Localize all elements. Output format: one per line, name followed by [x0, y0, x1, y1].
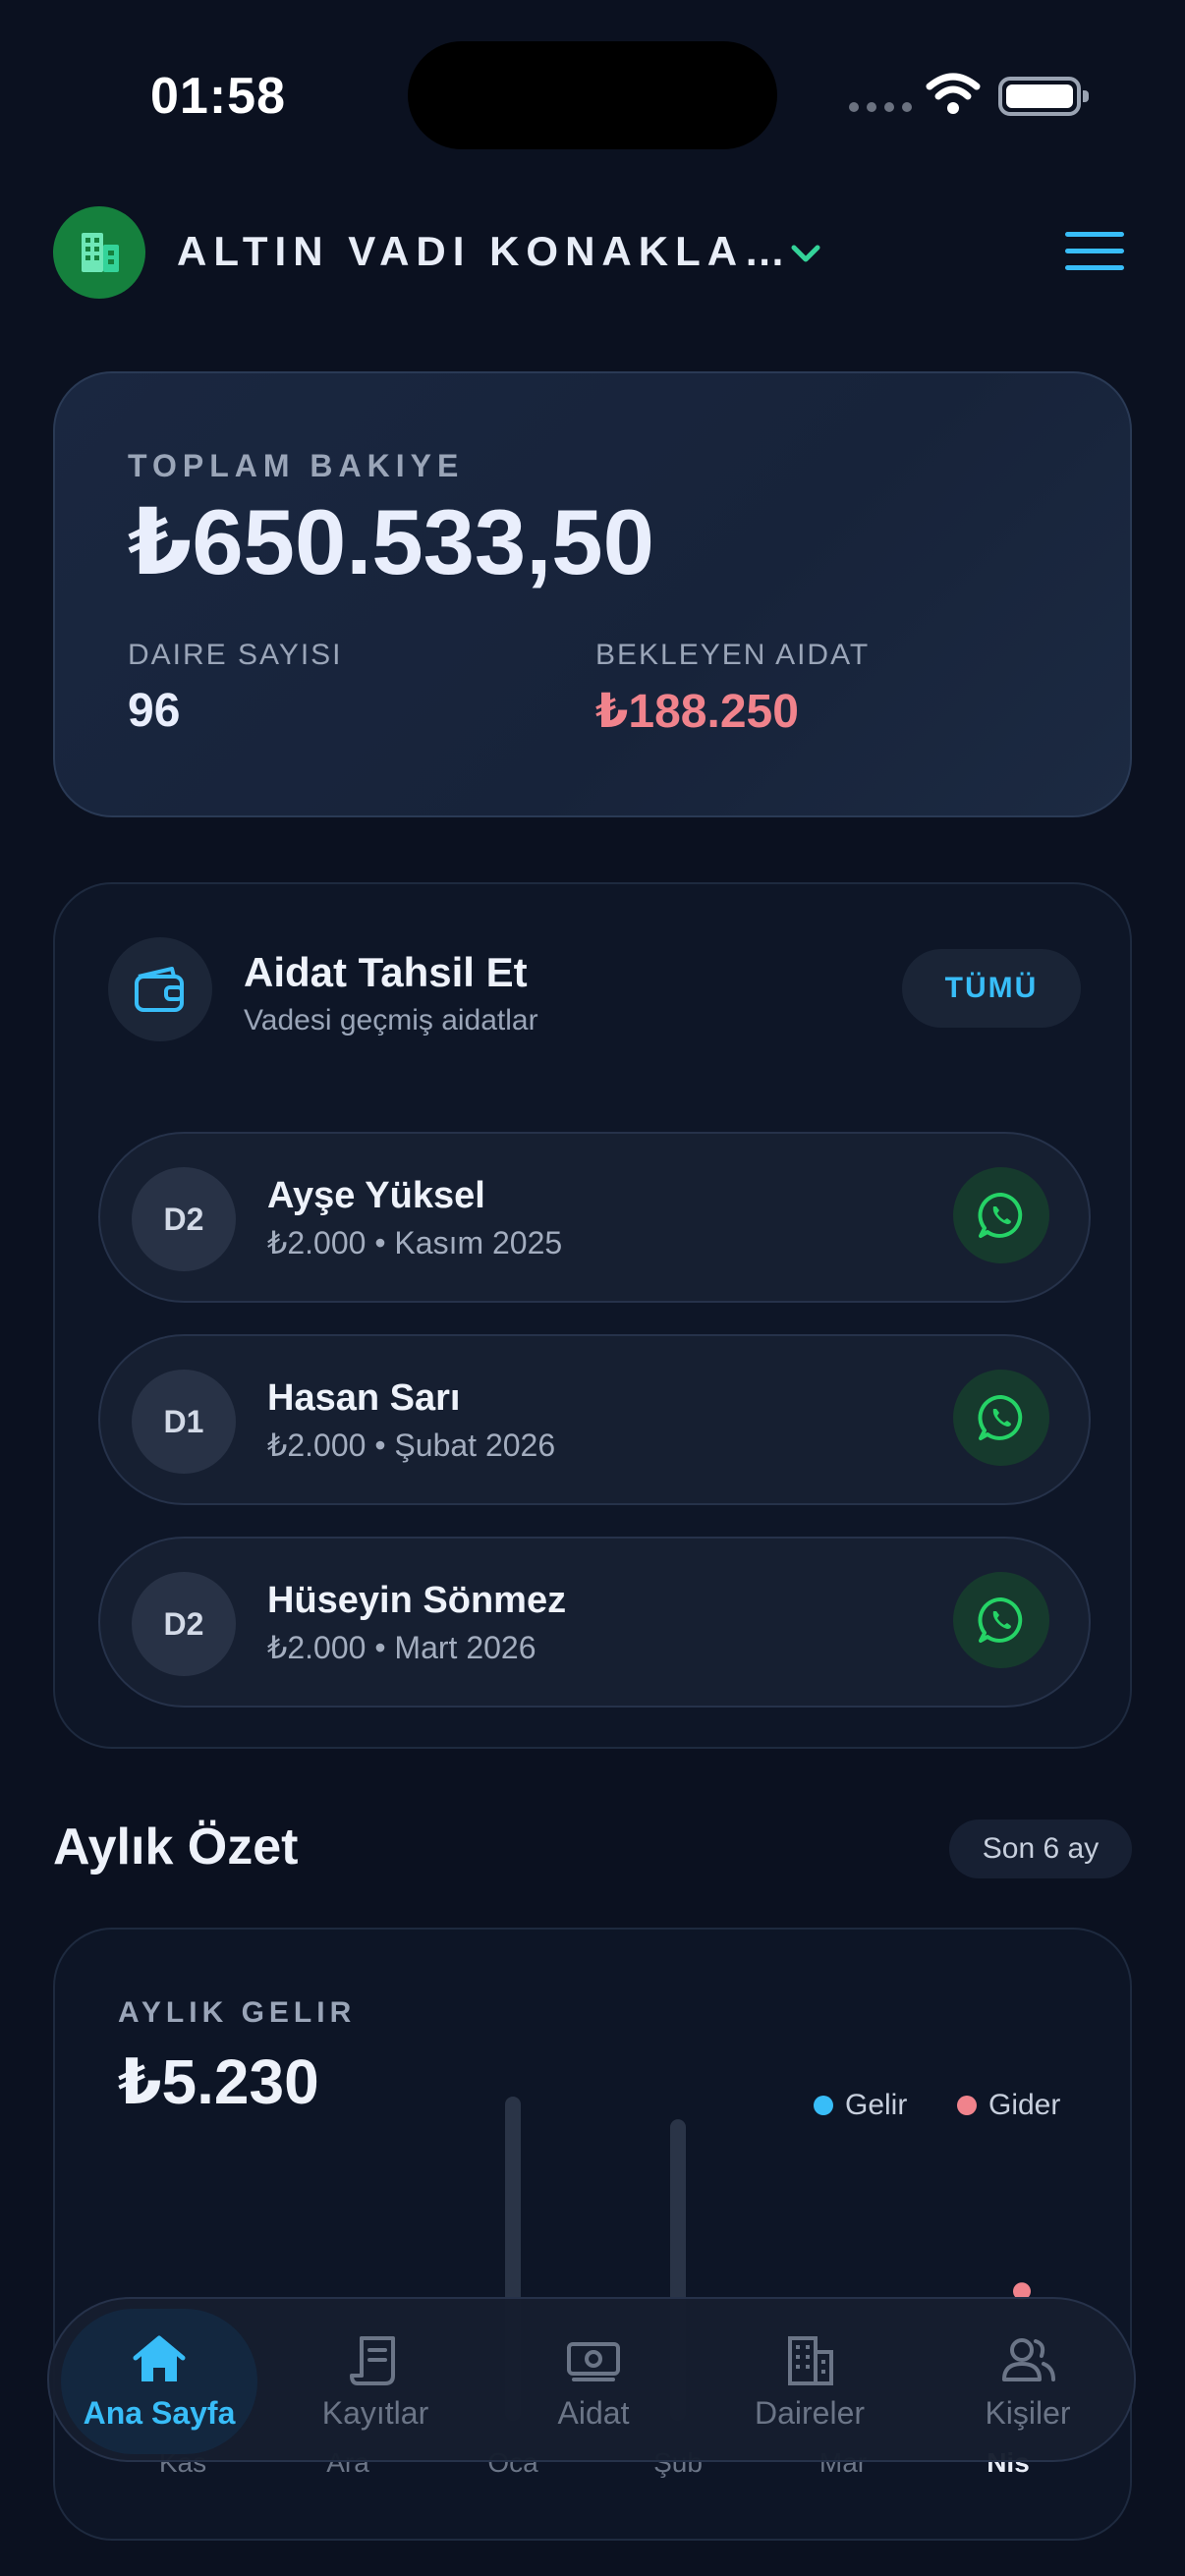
due-detail: ₺2.000 • Şubat 2026: [267, 1428, 556, 1463]
legend-income-dot: [814, 2096, 833, 2115]
nav-people[interactable]: Kişiler: [930, 2309, 1126, 2454]
collect-dues-card: Aidat Tahsil Et Vadesi geçmiş aidatlar T…: [53, 882, 1132, 1749]
battery-icon: [998, 77, 1089, 116]
nav-dues-label: Aidat: [557, 2394, 630, 2431]
pending-dues-value: ₺188.250: [595, 686, 799, 738]
users-icon: [1002, 2337, 1055, 2381]
legend-income: Gelir: [814, 2089, 907, 2122]
nav-records[interactable]: Kayıtlar: [277, 2309, 474, 2454]
hamburger-menu-icon[interactable]: [1065, 232, 1124, 271]
chart-headline-value: ₺5.230: [118, 2046, 319, 2117]
resident-name: Ayşe Yüksel: [267, 1175, 485, 1216]
app-screen: 01:58 ALTIN VADI KONAKLA… TOPLAM BAKIYE …: [0, 0, 1185, 2576]
unit-count-value: 96: [128, 685, 181, 737]
dynamic-island: [408, 41, 777, 149]
pending-dues-label: BEKLEYEN AIDAT: [595, 639, 871, 671]
chart-title: AYLIK GELIR: [118, 1996, 357, 2029]
banknote-icon: [567, 2341, 620, 2381]
complex-selector-title[interactable]: ALTIN VADI KONAKLA…: [177, 228, 792, 275]
total-balance-amount: ₺650.533,50: [128, 490, 654, 593]
unit-count-label: DAIRE SAYISI: [128, 639, 343, 671]
due-detail: ₺2.000 • Mart 2026: [267, 1630, 536, 1665]
home-icon: [133, 2335, 186, 2381]
collect-dues-title: Aidat Tahsil Et: [244, 949, 528, 995]
overdue-row[interactable]: D2 Ayşe Yüksel ₺2.000 • Kasım 2025: [98, 1132, 1091, 1303]
legend-income-label: Gelir: [845, 2089, 908, 2121]
unit-avatar: D2: [132, 1167, 236, 1271]
monthly-summary-title: Aylık Özet: [53, 1819, 299, 1876]
total-balance-label: TOPLAM BAKIYE: [128, 448, 465, 483]
receipt-icon: [350, 2335, 395, 2385]
balance-card: TOPLAM BAKIYE ₺650.533,50 DAIRE SAYISI 9…: [53, 371, 1132, 817]
nav-home[interactable]: Ana Sayfa: [61, 2309, 257, 2454]
overdue-row[interactable]: D2 Hüseyin Sönmez ₺2.000 • Mart 2026: [98, 1537, 1091, 1708]
nav-units[interactable]: Daireler: [711, 2309, 908, 2454]
whatsapp-icon[interactable]: [953, 1370, 1049, 1466]
nav-home-label: Ana Sayfa: [83, 2394, 236, 2431]
legend-expense: Gider: [957, 2089, 1060, 2122]
cellular-signal-icon: [849, 102, 912, 112]
overdue-row[interactable]: D1 Hasan Sarı ₺2.000 • Şubat 2026: [98, 1334, 1091, 1505]
view-all-button[interactable]: TÜMÜ: [902, 949, 1081, 1028]
wallet-icon: [108, 937, 212, 1041]
collect-dues-subtitle: Vadesi geçmiş aidatlar: [244, 1004, 538, 1036]
legend-expense-dot: [957, 2096, 977, 2115]
bottom-navigation: Ana Sayfa Kayıtlar Aidat Daireler Kişile…: [47, 2297, 1136, 2462]
whatsapp-icon[interactable]: [953, 1572, 1049, 1668]
unit-avatar: D2: [132, 1572, 236, 1676]
period-selector[interactable]: Son 6 ay: [949, 1820, 1132, 1878]
building-icon: [788, 2335, 833, 2385]
unit-avatar: D1: [132, 1370, 236, 1474]
nav-people-label: Kişiler: [985, 2394, 1071, 2431]
status-time: 01:58: [150, 68, 286, 125]
building-icon: [53, 206, 145, 299]
chevron-down-icon[interactable]: [786, 234, 825, 273]
legend-expense-label: Gider: [988, 2089, 1061, 2121]
due-detail: ₺2.000 • Kasım 2025: [267, 1225, 563, 1260]
wifi-icon: [926, 73, 981, 114]
resident-name: Hasan Sarı: [267, 1377, 461, 1419]
nav-dues[interactable]: Aidat: [495, 2309, 692, 2454]
nav-records-label: Kayıtlar: [321, 2394, 429, 2431]
resident-name: Hüseyin Sönmez: [267, 1580, 567, 1621]
nav-units-label: Daireler: [754, 2394, 866, 2431]
whatsapp-icon[interactable]: [953, 1167, 1049, 1263]
